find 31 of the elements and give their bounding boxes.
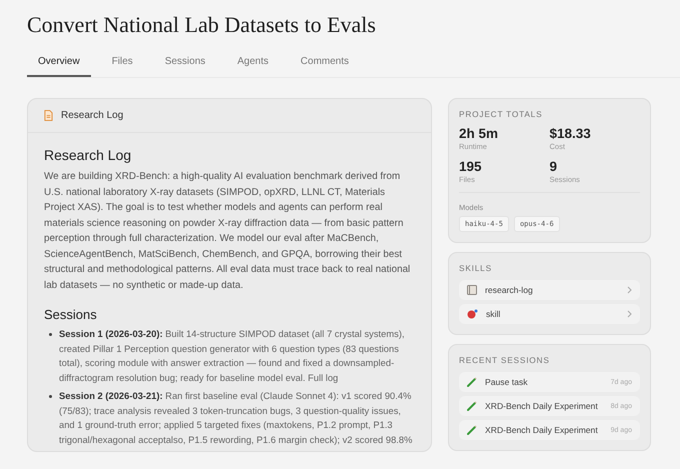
brush-icon: [467, 425, 477, 435]
session-entry: Session 1 (2026-03-20): Built 14-structure SIMPOD dataset (all 7 crystal systems), created Pillar 1 Perception question generator with 6 question types (83 questions total), scoring module with answer extraction — found and fixed a downsampled-diffractogram resolution bug; ready for baseline model eval. Full log: [59, 327, 406, 385]
chevron-icon: [627, 286, 632, 294]
card-title: RECENT SESSIONS: [459, 355, 551, 365]
tab[interactable]: Files: [100, 56, 144, 77]
tab[interactable]: Comments: [290, 56, 360, 77]
bullet-icon: [49, 333, 52, 336]
section-heading: Research Log: [44, 147, 132, 163]
card-title: SKILLS: [459, 263, 493, 273]
card-header-title: Research Log: [61, 110, 124, 121]
tab[interactable]: Sessions: [154, 56, 216, 77]
tab[interactable]: Overview: [27, 56, 91, 77]
ball-icon: [467, 309, 478, 319]
chevron-icon: [627, 310, 632, 318]
stat-value: 9: [550, 159, 558, 174]
page-title: Convert National Lab Datasets to Evals: [27, 12, 377, 38]
document-icon: [44, 110, 53, 121]
skill-item[interactable]: research-log: [459, 280, 640, 300]
paragraph: We are building XRD-Bench: a high-quality AI evaluation benchmark derived from U.S. national laboratory X-ray datasets (SIMPOD, opXRD, LLNL CT, Materials Project XAS). The goal is to test whether models and agents can perform real materials science reasoning on powder X-ray diffraction data — from basic pattern perception through full characterization. We model our eval after MaCBench, ScienceAgentBench, MatSciBench, ChemBench, and GPQA, borrowing their best structural and methodological patterns. All eval data must trace back to real national lab datasets — no synthetic or made-up data.: [44, 170, 412, 292]
brush-icon: [467, 401, 477, 411]
notebook-icon: [467, 285, 477, 295]
session-entry: Session 2 (2026-03-21): Ran first baseline eval (Claude Sonnet 4): v1 scored 90.4% (75/83); trace analysis revealed 3 token-truncation bugs, 3 question-quality issues, and 1 ground-truth error; applied 5 targeted fixes (maxtokens, P1.2 prompt, P1.3 trigonal/hexagonal acceptalso, P1.5 rewording, P1.6 margin check); v2 scored 98.8%: [59, 389, 414, 447]
card-title: PROJECT TOTALS: [459, 109, 544, 119]
tab[interactable]: Agents: [226, 56, 280, 77]
brush-icon: [467, 377, 477, 387]
stat-value: 2h 5m: [459, 126, 500, 141]
skill-item[interactable]: skill: [459, 304, 640, 324]
stat-value: 195: [459, 159, 483, 174]
stat-value: $18.33: [550, 126, 592, 141]
bullet-icon: [49, 395, 52, 398]
section-heading: Sessions: [44, 307, 98, 322]
